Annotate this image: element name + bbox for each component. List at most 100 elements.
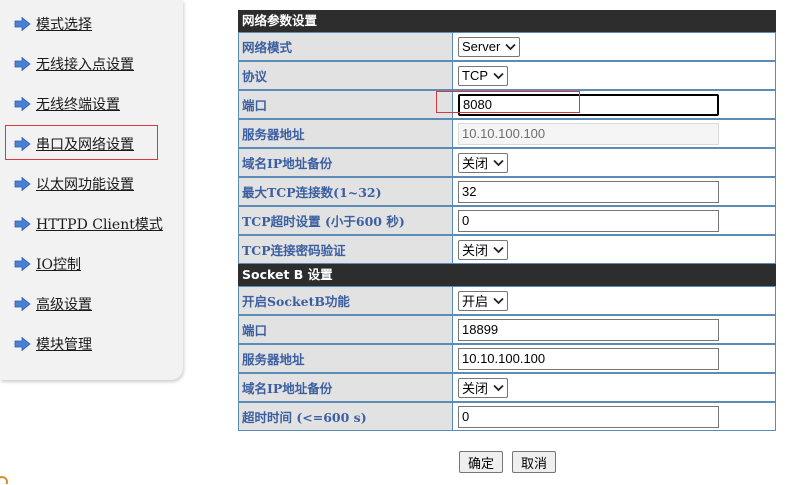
dropdown-select[interactable]: 关闭 [458, 377, 509, 398]
cancel-button[interactable]: 取消 [512, 451, 556, 473]
field-label: 开启SocketB功能 [238, 286, 453, 315]
app-glyph-icon [0, 476, 8, 484]
sidebar-item-6[interactable]: IO控制 [14, 252, 81, 276]
field-label: 服务器地址 [238, 344, 453, 373]
field-label: 超时时间 (<=600 s) [238, 402, 453, 431]
field-label: TCP超时设置 (小于600 秒) [238, 206, 453, 235]
sidebar-item-7[interactable]: 高级设置 [14, 292, 92, 316]
form-row: 域名IP地址备份 关闭 [238, 148, 776, 177]
field-cell: 32 [453, 177, 776, 206]
dropdown-select[interactable]: Server [458, 36, 521, 57]
dropdown-select[interactable]: 关闭 [458, 239, 509, 260]
text-input: 10.10.100.100 [458, 122, 719, 145]
sidebar-item-4[interactable]: 以太网功能设置 [14, 172, 134, 196]
chevron-down-icon [488, 297, 504, 305]
field-label: 最大TCP连接数(1~32) [238, 177, 453, 206]
text-input[interactable]: 10.10.100.100 [458, 347, 719, 370]
dropdown-select[interactable]: 开启 [458, 290, 509, 311]
chevron-down-icon [488, 159, 504, 167]
arrow-right-icon [14, 296, 31, 312]
sidebar-item-label[interactable]: 无线终端设置 [36, 94, 120, 114]
form-row: 协议 TCP [238, 61, 776, 90]
sidebar-item-1[interactable]: 无线接入点设置 [14, 52, 134, 76]
section-header-network: 网络参数设置 [238, 10, 776, 32]
text-input[interactable]: 18899 [458, 318, 719, 341]
sidebar-item-label[interactable]: IO控制 [36, 254, 81, 274]
field-label: 端口 [238, 315, 453, 344]
input-value: 8080 [463, 97, 492, 112]
sidebar-item-label[interactable]: 模块管理 [36, 334, 92, 354]
confirm-button[interactable]: 确定 [459, 451, 503, 473]
field-cell: 18899 [453, 315, 776, 344]
field-label: TCP连接密码验证 [238, 235, 453, 264]
input-value: 10.10.100.100 [462, 126, 546, 141]
dropdown-select[interactable]: TCP [458, 65, 508, 86]
field-cell: 8080 [453, 90, 776, 119]
input-value: 32 [462, 184, 477, 199]
sidebar-item-label[interactable]: 串口及网络设置 [36, 134, 134, 154]
arrow-right-icon [14, 16, 31, 32]
field-cell: Server [453, 32, 776, 61]
form-row: 服务器地址 10.10.100.100 [238, 344, 776, 373]
socketb-rows: 开启SocketB功能 开启 端口 18899 服务器地址 10.10.100.100 域名… [238, 286, 776, 431]
dropdown-select[interactable]: 关闭 [458, 152, 509, 173]
arrow-right-icon [14, 256, 31, 272]
sidebar-item-label[interactable]: 高级设置 [36, 294, 92, 314]
dropdown-value: 关闭 [462, 381, 489, 396]
sidebar-item-8[interactable]: 模块管理 [14, 332, 92, 356]
input-value: 18899 [462, 322, 499, 337]
field-label: 协议 [238, 61, 453, 90]
sidebar-item-label[interactable]: 无线接入点设置 [36, 54, 134, 74]
sidebar-item-label[interactable]: 以太网功能设置 [36, 174, 134, 194]
sidebar-item-2[interactable]: 无线终端设置 [14, 92, 120, 116]
chevron-down-icon [488, 72, 504, 80]
field-cell: 0 [453, 402, 776, 431]
text-input[interactable]: 32 [458, 180, 719, 203]
arrow-right-icon [14, 176, 31, 192]
dropdown-value: 开启 [462, 294, 489, 309]
field-label: 端口 [238, 90, 453, 119]
sidebar-item-5[interactable]: HTTPD Client模式 [14, 212, 163, 236]
input-value: 0 [462, 213, 470, 228]
field-label: 域名IP地址备份 [238, 373, 453, 402]
field-label: 域名IP地址备份 [238, 148, 453, 177]
form-row: TCP超时设置 (小于600 秒) 0 [238, 206, 776, 235]
text-input[interactable]: 0 [458, 405, 719, 428]
arrow-right-icon [14, 216, 31, 232]
dropdown-value: TCP [462, 68, 488, 83]
section-header-socketb: Socket B 设置 [238, 264, 776, 286]
arrow-right-icon [14, 136, 31, 152]
sidebar-item-3[interactable]: 串口及网络设置 [14, 132, 134, 156]
field-cell: 关闭 [453, 235, 776, 264]
chevron-down-icon [488, 384, 504, 392]
sidebar-item-0[interactable]: 模式选择 [14, 12, 92, 36]
dropdown-value: 关闭 [462, 243, 489, 258]
dropdown-value: 关闭 [462, 156, 489, 171]
form-row: 开启SocketB功能 开启 [238, 286, 776, 315]
form-row: 域名IP地址备份 关闭 [238, 373, 776, 402]
form-row: 最大TCP连接数(1~32) 32 [238, 177, 776, 206]
sidebar-item-label[interactable]: HTTPD Client模式 [36, 214, 163, 234]
form-row: 端口 18899 [238, 315, 776, 344]
network-rows: 网络模式 Server 协议 TCP 端口 8080 服务器地址 10.10.100.100 域… [238, 32, 776, 264]
port-input[interactable]: 8080 [458, 93, 719, 116]
sidebar-item-label[interactable]: 模式选择 [36, 14, 92, 34]
field-label: 网络模式 [238, 32, 453, 61]
form-row: 服务器地址 10.10.100.100 [238, 119, 776, 148]
field-cell: 关闭 [453, 373, 776, 402]
field-cell: TCP [453, 61, 776, 90]
chevron-down-icon [500, 43, 516, 51]
field-cell: 10.10.100.100 [453, 344, 776, 373]
text-input[interactable]: 0 [458, 209, 719, 232]
arrow-right-icon [14, 96, 31, 112]
field-cell: 0 [453, 206, 776, 235]
field-label: 服务器地址 [238, 119, 453, 148]
sidebar: 模式选择无线接入点设置 无线终端设置 串口及网络设置 以太网功能设置 HTTPD Cli… [0, 0, 183, 380]
form-row: 网络模式 Server [238, 32, 776, 61]
input-value: 10.10.100.100 [462, 351, 546, 366]
form-row: 超时时间 (<=600 s) 0 [238, 402, 776, 431]
input-value: 0 [462, 409, 470, 424]
chevron-down-icon [488, 246, 504, 254]
field-cell: 开启 [453, 286, 776, 315]
settings-form: 网络参数设置 网络模式 Server 协议 TCP 端口 8080 服务器地址 10.10.1… [238, 10, 776, 431]
